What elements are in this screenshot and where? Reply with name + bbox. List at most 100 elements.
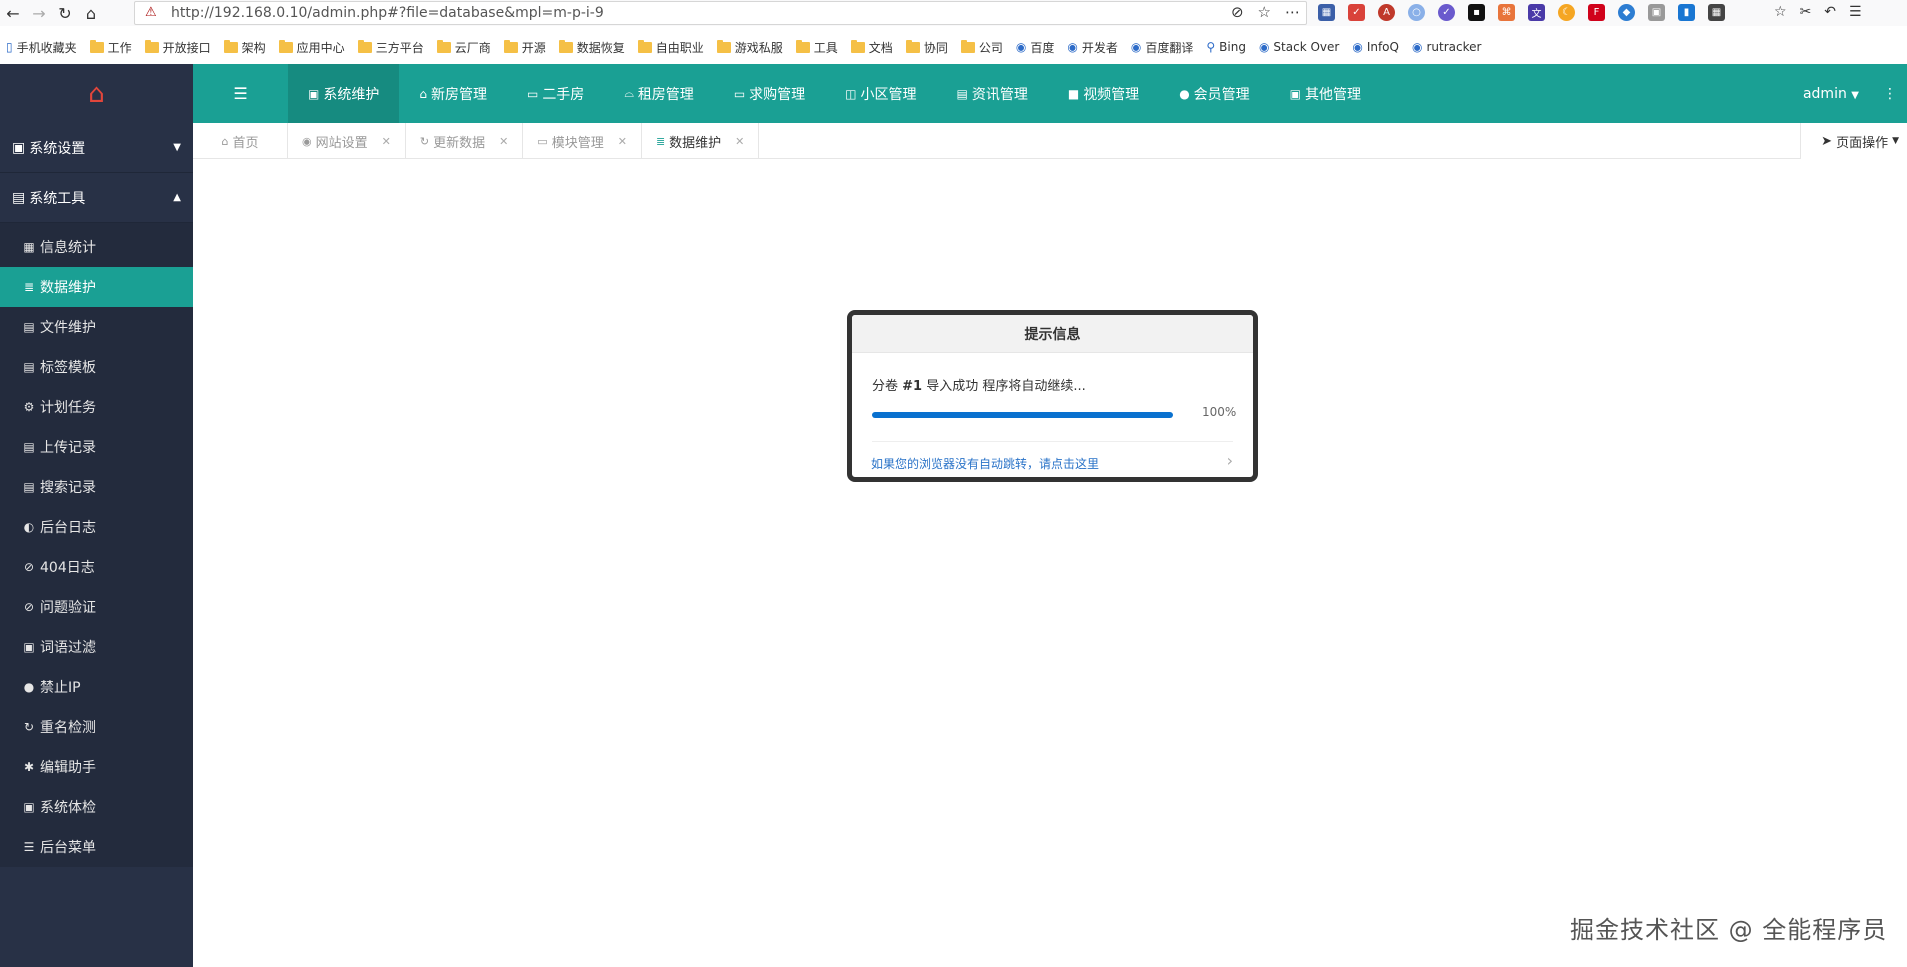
back-icon[interactable]: ← <box>0 0 26 26</box>
adblock-icon[interactable]: A <box>1378 4 1395 21</box>
top-nav-tab[interactable]: ⌓ 租房管理 <box>604 64 714 123</box>
bookmark-item[interactable]: ◉ Stack Over <box>1259 40 1339 54</box>
folder-icon <box>905 39 920 53</box>
top-nav-tab[interactable]: ▤ 资讯管理 <box>937 64 1048 123</box>
sidebar-group-tools[interactable]: ▤ 系统工具 ▲ <box>0 173 193 223</box>
top-nav-tab[interactable]: ▭ 二手房 <box>507 64 604 123</box>
chevron-right-icon[interactable]: › <box>1227 451 1233 470</box>
top-nav-tab[interactable]: ▣ 系统维护 <box>288 64 400 123</box>
address-bar[interactable]: ⚠ http://192.168.0.10/admin.php#?file=da… <box>134 1 1307 25</box>
favorites-icon[interactable]: ☆ <box>1774 4 1787 20</box>
sitemap-extension-icon[interactable]: ⌘ <box>1498 4 1515 21</box>
sidebar-item[interactable]: ▤ 搜索记录 <box>0 467 193 507</box>
page-tab[interactable]: ⌂ 首页 <box>193 123 288 159</box>
bookmark-item[interactable]: 工作 <box>89 39 132 56</box>
menu-toggle-icon[interactable]: ☰ <box>193 64 288 123</box>
bookmark-item[interactable]: 自由职业 <box>637 39 704 56</box>
more-icon[interactable]: ⋯ <box>1285 3 1300 21</box>
top-nav-tab[interactable]: ▭ 求购管理 <box>714 64 825 123</box>
forward-icon[interactable]: → <box>26 0 52 26</box>
star-icon[interactable]: ☆ <box>1258 3 1271 21</box>
sidebar-item[interactable]: ≣ 数据维护 <box>0 267 193 307</box>
home-icon[interactable]: ⌂ <box>78 0 104 26</box>
bookmark-item[interactable]: 协同 <box>905 39 948 56</box>
sidebar-item[interactable]: ▤ 标签模板 <box>0 347 193 387</box>
purple-extension-icon[interactable]: ✓ <box>1438 4 1455 21</box>
inbox-icon: ⌓ <box>624 86 634 100</box>
page-tab[interactable]: ▭ 模块管理 ✕ <box>523 123 642 159</box>
folder-icon <box>558 39 573 53</box>
bookmark-item[interactable]: 数据恢复 <box>558 39 625 56</box>
bookmark-item[interactable]: ◉ 百度翻译 <box>1131 39 1194 56</box>
bookmark-item[interactable]: 文档 <box>850 39 893 56</box>
bookmark-item[interactable]: 开源 <box>503 39 546 56</box>
page-tab[interactable]: ≣ 数据维护 ✕ <box>642 123 760 159</box>
scissors-icon[interactable]: ✂ <box>1800 4 1812 20</box>
moon-extension-icon[interactable]: ☾ <box>1558 4 1575 21</box>
shield-extension-icon[interactable]: ◆ <box>1618 4 1635 21</box>
redirect-link[interactable]: 如果您的浏览器没有自动跳转，请点击这里 <box>871 455 1099 472</box>
undo-icon[interactable]: ↶ <box>1824 4 1836 20</box>
top-nav-tab[interactable]: ⌂ 新房管理 <box>399 64 507 123</box>
top-nav-tab[interactable]: ◫ 小区管理 <box>825 64 936 123</box>
bookmark-item[interactable]: ◉ rutracker <box>1412 40 1481 54</box>
top-nav-tab[interactable]: ▣ 其他管理 <box>1270 64 1381 123</box>
user-menu[interactable]: admin ▼ <box>1803 86 1859 102</box>
grid-extension-icon[interactable]: ▦ <box>1708 4 1725 21</box>
bookmark-item[interactable]: ◉ 百度 <box>1016 39 1055 56</box>
bookmark-label: 游戏私服 <box>734 40 783 55</box>
dark-extension-icon[interactable]: ▪ <box>1468 4 1485 21</box>
sidebar-item[interactable]: ▣ 系统体检 <box>0 787 193 827</box>
file-icon: ▤ <box>23 480 35 494</box>
gift-icon: ▣ <box>1289 86 1302 101</box>
bookmark-item[interactable]: ◉ 开发者 <box>1067 39 1118 56</box>
bookmark-item[interactable]: ◉ InfoQ <box>1352 40 1399 54</box>
sidebar-item[interactable]: ✱ 编辑助手 <box>0 747 193 787</box>
sidebar-item[interactable]: ↻ 重名检测 <box>0 707 193 747</box>
bookmark-item[interactable]: 公司 <box>960 39 1003 56</box>
bookmark-item[interactable]: 三方平台 <box>357 39 424 56</box>
sidebar-item[interactable]: ▤ 文件维护 <box>0 307 193 347</box>
bookmark-item[interactable]: ▯ 手机收藏夹 <box>6 39 77 56</box>
blue-circle-extension-icon[interactable]: ○ <box>1408 4 1425 21</box>
sidebar-item[interactable]: ▣ 词语过滤 <box>0 627 193 667</box>
sidebar-item[interactable]: ● 禁止IP <box>0 667 193 707</box>
sidebar-item[interactable]: ⊘ 404日志 <box>0 547 193 587</box>
top-nav-tab[interactable]: ● 会员管理 <box>1159 64 1269 123</box>
close-icon[interactable]: ✕ <box>382 135 391 148</box>
close-icon[interactable]: ✕ <box>618 135 627 148</box>
sidebar-item[interactable]: ⊘ 问题验证 <box>0 587 193 627</box>
sidebar-item[interactable]: ▤ 上传记录 <box>0 427 193 467</box>
sidebar-item[interactable]: ◐ 后台日志 <box>0 507 193 547</box>
page-tab[interactable]: ◉ 网站设置 ✕ <box>288 123 406 159</box>
menu-icon[interactable]: ☰ <box>1849 4 1862 20</box>
home-logo-icon[interactable]: ⌂ <box>0 64 193 123</box>
sidebar-item[interactable]: ☰ 后台菜单 <box>0 827 193 867</box>
bookmark-extension-icon[interactable]: ▮ <box>1678 4 1695 21</box>
bookmark-item[interactable]: 架构 <box>223 39 266 56</box>
top-nav-tab[interactable]: ■ 视频管理 <box>1048 64 1159 123</box>
bookmark-item[interactable]: 开放接口 <box>144 39 211 56</box>
sidebar-group-settings[interactable]: ▣ 系统设置 ▼ <box>0 123 193 173</box>
tracking-icon[interactable]: ⊘ <box>1231 3 1244 21</box>
bookmark-item[interactable]: 云厂商 <box>436 39 491 56</box>
bookmark-item[interactable]: 工具 <box>795 39 838 56</box>
close-icon[interactable]: ✕ <box>735 135 744 148</box>
fe-extension-icon[interactable]: F <box>1588 4 1605 21</box>
reload-icon[interactable]: ↻ <box>52 0 78 26</box>
bookmark-label: 开放接口 <box>162 40 211 55</box>
bookmark-item[interactable]: 游戏私服 <box>716 39 783 56</box>
red-extension-icon[interactable]: ✓ <box>1348 4 1365 21</box>
more-vertical-icon[interactable]: ⋮ <box>1883 86 1897 102</box>
page-tab[interactable]: ↻ 更新数据 ✕ <box>406 123 524 159</box>
page-operations-button[interactable]: ➤ 页面操作 ▼ <box>1800 123 1907 159</box>
site-info-icon[interactable]: ⚠ <box>145 5 157 20</box>
sidebar-item[interactable]: ⚙ 计划任务 <box>0 387 193 427</box>
sidebar-item[interactable]: ▦ 信息统计 <box>0 227 193 267</box>
bookmark-item[interactable]: ⚲ Bing <box>1206 40 1246 54</box>
close-icon[interactable]: ✕ <box>499 135 508 148</box>
translate-extension-icon[interactable]: 文 <box>1528 4 1545 21</box>
bookmark-item[interactable]: 应用中心 <box>278 39 345 56</box>
screenshot-extension-icon[interactable]: ▣ <box>1648 4 1665 21</box>
flag-extension-icon[interactable]: ▦ <box>1318 4 1335 21</box>
